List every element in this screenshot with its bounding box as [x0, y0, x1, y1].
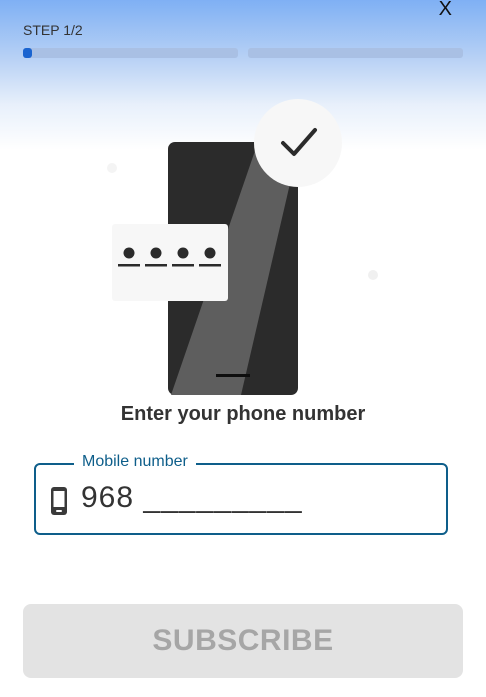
- mobile-number-field[interactable]: Mobile number 968 _________: [34, 453, 448, 535]
- subscribe-button[interactable]: SUBSCRIBE: [23, 604, 463, 678]
- decor-dot: [368, 270, 378, 280]
- step-indicator: STEP 1/2: [23, 22, 83, 38]
- close-button[interactable]: X: [439, 0, 452, 20]
- country-prefix: 968: [81, 481, 135, 514]
- mobile-phone-icon: [51, 487, 67, 515]
- password-card-icon: [112, 224, 228, 301]
- mobile-number-input[interactable]: 968 _________: [81, 481, 303, 515]
- decor-dot: [107, 163, 117, 173]
- number-mask: _________: [143, 481, 303, 514]
- progress-bar-step-1: [23, 48, 238, 58]
- progress-fill-step-1: [23, 48, 32, 58]
- mobile-number-label: Mobile number: [74, 453, 196, 471]
- page-title: Enter your phone number: [120, 403, 366, 425]
- checkmark-icon: [254, 99, 342, 187]
- phone-verification-illustration: [107, 99, 378, 395]
- progress-bar-step-2: [248, 48, 463, 58]
